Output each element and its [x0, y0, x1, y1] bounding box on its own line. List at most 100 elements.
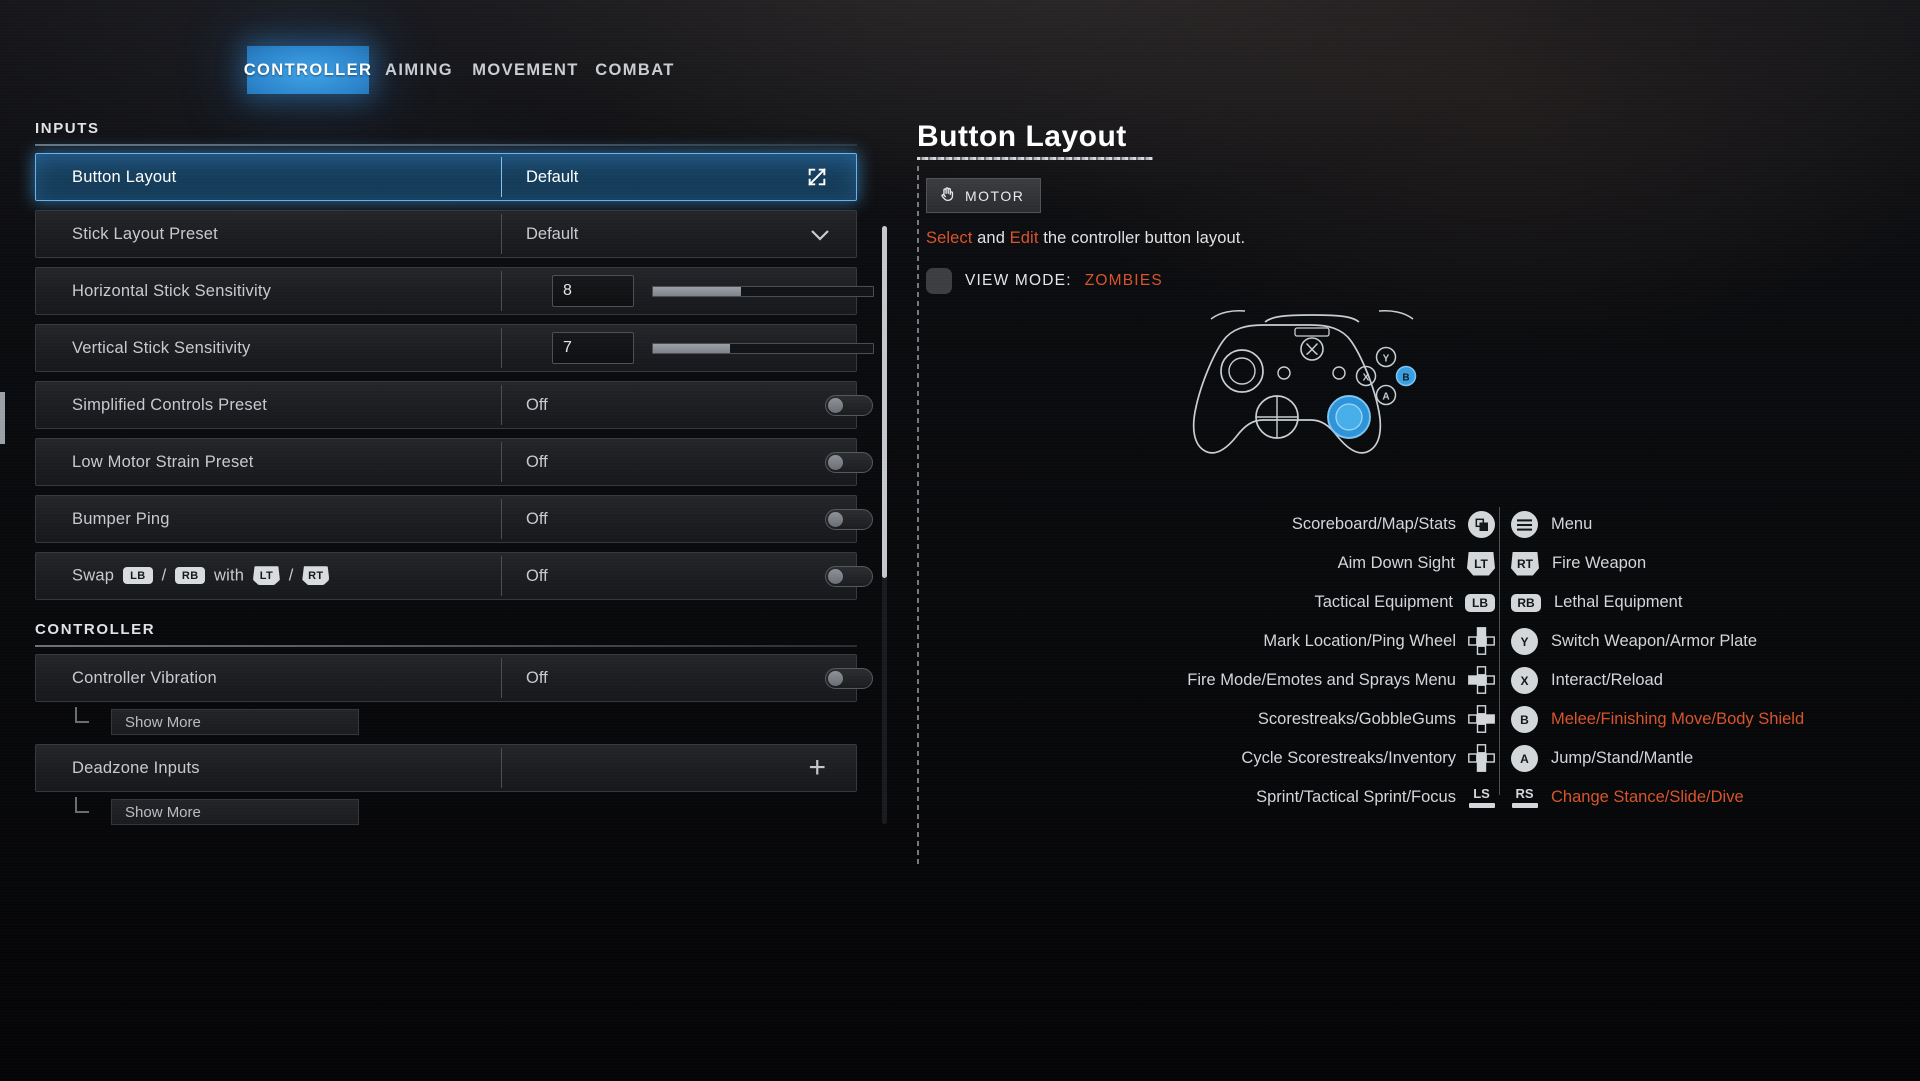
mapping-row[interactable]: RB Lethal Equipment: [1511, 583, 1891, 622]
add-icon[interactable]: +: [808, 753, 826, 783]
settings-list: INPUTS Button Layout Default Stick Layout P…: [35, 120, 874, 834]
value-slider[interactable]: [652, 285, 874, 297]
setting-row-swap-lb-rb-with-lt-rt[interactable]: Swap LB / RB with LT / RT Off: [35, 552, 873, 600]
glyph-x-icon: X: [1511, 667, 1538, 694]
mapping-row[interactable]: X Interact/Reload: [1511, 661, 1891, 700]
mapping-row[interactable]: Menu: [1511, 505, 1891, 544]
mapping-label: Cycle Scorestreaks/Inventory: [1241, 749, 1456, 767]
mapping-row[interactable]: Sprint/Tactical Sprint/Focus LS: [1097, 778, 1495, 817]
setting-row-simplified-controls-preset[interactable]: Simplified Controls Preset Off: [35, 381, 873, 429]
show-more-button[interactable]: Show More: [111, 709, 359, 735]
chevron-down-icon[interactable]: [810, 228, 830, 241]
setting-row-bumper-ping[interactable]: Bumper Ping Off: [35, 495, 873, 543]
row-divider: [501, 442, 502, 482]
mapping-label: Fire Weapon: [1552, 554, 1647, 572]
mapping-row[interactable]: Mark Location/Ping Wheel: [1097, 622, 1495, 661]
tab-movement[interactable]: MOVEMENT: [472, 46, 577, 94]
show-more-button[interactable]: Show More: [111, 799, 359, 825]
row-label: Swap LB / RB with LT / RT: [36, 566, 333, 586]
glyph-b-icon: B: [1511, 706, 1538, 733]
mapping-row[interactable]: Aim Down Sight LT: [1097, 544, 1495, 583]
setting-row-button-layout[interactable]: Button Layout Default: [35, 153, 857, 201]
hand-icon: [939, 185, 956, 206]
setting-row-stick-layout-preset[interactable]: Stick Layout Preset Default: [35, 210, 857, 258]
settings-screen: CONTROLLER AIMING MOVEMENT COMBAT INPUTS But…: [0, 0, 1920, 1081]
toggle-switch[interactable]: [825, 394, 873, 416]
glyph-dpad-right-icon: [1468, 704, 1495, 733]
svg-text:B: B: [1402, 373, 1409, 384]
mapping-label: Scoreboard/Map/Stats: [1291, 515, 1456, 533]
row-divider: [501, 748, 502, 788]
detail-title: Button Layout: [917, 120, 1127, 153]
row-divider: [501, 499, 502, 539]
value-input[interactable]: 8: [552, 275, 634, 307]
tab-aiming[interactable]: AIMING: [383, 46, 455, 94]
row-divider: [501, 385, 502, 425]
glyph-a-icon: A: [1511, 745, 1538, 772]
view-mode-button-icon[interactable]: [926, 268, 952, 294]
row-divider: [501, 658, 502, 698]
setting-row-vertical-stick-sensitivity[interactable]: Vertical Stick Sensitivity 7: [35, 324, 874, 372]
mapping-label: Melee/Finishing Move/Body Shield: [1551, 710, 1805, 728]
glyph-rt: RT: [302, 566, 330, 586]
desc-and: and: [972, 229, 1010, 247]
panel-vertical-divider: [917, 166, 919, 866]
glyph-ls-icon: LS: [1468, 784, 1495, 811]
xbox-controller-diagram: Y X A B: [1167, 305, 1457, 480]
mapping-row[interactable]: Y Switch Weapon/Armor Plate: [1511, 622, 1891, 661]
setting-row-horizontal-stick-sensitivity[interactable]: Horizontal Stick Sensitivity 8: [35, 267, 874, 315]
value-input[interactable]: 7: [552, 332, 634, 364]
setting-row-low-motor-strain-preset[interactable]: Low Motor Strain Preset Off: [35, 438, 873, 486]
glyph-dpad-down-icon: [1468, 743, 1495, 772]
mapping-label: Tactical Equipment: [1314, 593, 1454, 611]
section-rule: [35, 645, 857, 647]
mapping-label: Switch Weapon/Armor Plate: [1551, 632, 1758, 650]
settings-scrollbar-track[interactable]: [882, 226, 887, 824]
glyph-rs-icon: RS: [1511, 784, 1538, 811]
mapping-label: Jump/Stand/Mantle: [1551, 749, 1694, 767]
toggle-switch[interactable]: [825, 508, 873, 530]
mapping-row[interactable]: Scorestreaks/GobbleGums: [1097, 700, 1495, 739]
view-button-icon: [1468, 511, 1495, 538]
row-value: Off: [526, 452, 548, 471]
row-label: Horizontal Stick Sensitivity: [72, 281, 272, 300]
setting-row-controller-vibration[interactable]: Controller Vibration Off: [35, 654, 873, 702]
mapping-row[interactable]: A Jump/Stand/Mantle: [1511, 739, 1891, 778]
glyph-rt-icon: RT: [1511, 551, 1539, 576]
row-label: Simplified Controls Preset: [72, 395, 268, 414]
detail-description: Select and Edit the controller button la…: [926, 229, 1897, 248]
row-value: Default: [526, 167, 579, 186]
glyph-lt-icon: LT: [1467, 551, 1495, 576]
toggle-switch[interactable]: [825, 667, 873, 689]
external-link-icon[interactable]: [806, 166, 828, 188]
tab-combat[interactable]: COMBAT: [595, 46, 673, 94]
mapping-row[interactable]: RT Fire Weapon: [1511, 544, 1891, 583]
setting-row-deadzone-inputs[interactable]: Deadzone Inputs +: [35, 744, 857, 792]
mapping-list-right: Menu RT Fire Weapon RB Lethal Equipment Y Swit…: [1511, 505, 1891, 817]
section-title-controller: CONTROLLER: [35, 621, 156, 638]
value-slider[interactable]: [652, 342, 874, 354]
row-value: Default: [526, 224, 579, 243]
mapping-column-divider: [1499, 507, 1500, 795]
settings-scrollbar-thumb[interactable]: [882, 226, 887, 578]
mapping-row[interactable]: B Melee/Finishing Move/Body Shield: [1511, 700, 1891, 739]
motor-button-label: MOTOR: [965, 187, 1025, 204]
mapping-row[interactable]: Cycle Scorestreaks/Inventory: [1097, 739, 1495, 778]
toggle-switch[interactable]: [825, 565, 873, 587]
view-mode-row[interactable]: VIEW MODE: ZOMBIES: [926, 268, 1897, 294]
mapping-row[interactable]: Tactical Equipment LB: [1097, 583, 1495, 622]
mapping-row[interactable]: Scoreboard/Map/Stats: [1097, 505, 1495, 544]
toggle-switch[interactable]: [825, 451, 873, 473]
mapping-label: Menu: [1551, 515, 1593, 533]
mapping-label: Fire Mode/Emotes and Sprays Menu: [1187, 671, 1456, 689]
glyph-rb: RB: [175, 567, 206, 585]
mapping-row[interactable]: Fire Mode/Emotes and Sprays Menu: [1097, 661, 1495, 700]
row-value: Off: [526, 566, 548, 585]
motor-button[interactable]: MOTOR: [926, 178, 1042, 213]
desc-select: Select: [926, 229, 973, 247]
mapping-list-left: Scoreboard/Map/Stats Aim Down Sight LT Tact…: [1097, 505, 1495, 817]
mapping-row[interactable]: RS Change Stance/Slide/Dive: [1511, 778, 1891, 817]
glyph-dpad-up-icon: [1468, 626, 1495, 655]
row-label: Deadzone Inputs: [72, 758, 200, 777]
tab-controller[interactable]: CONTROLLER: [244, 46, 371, 94]
